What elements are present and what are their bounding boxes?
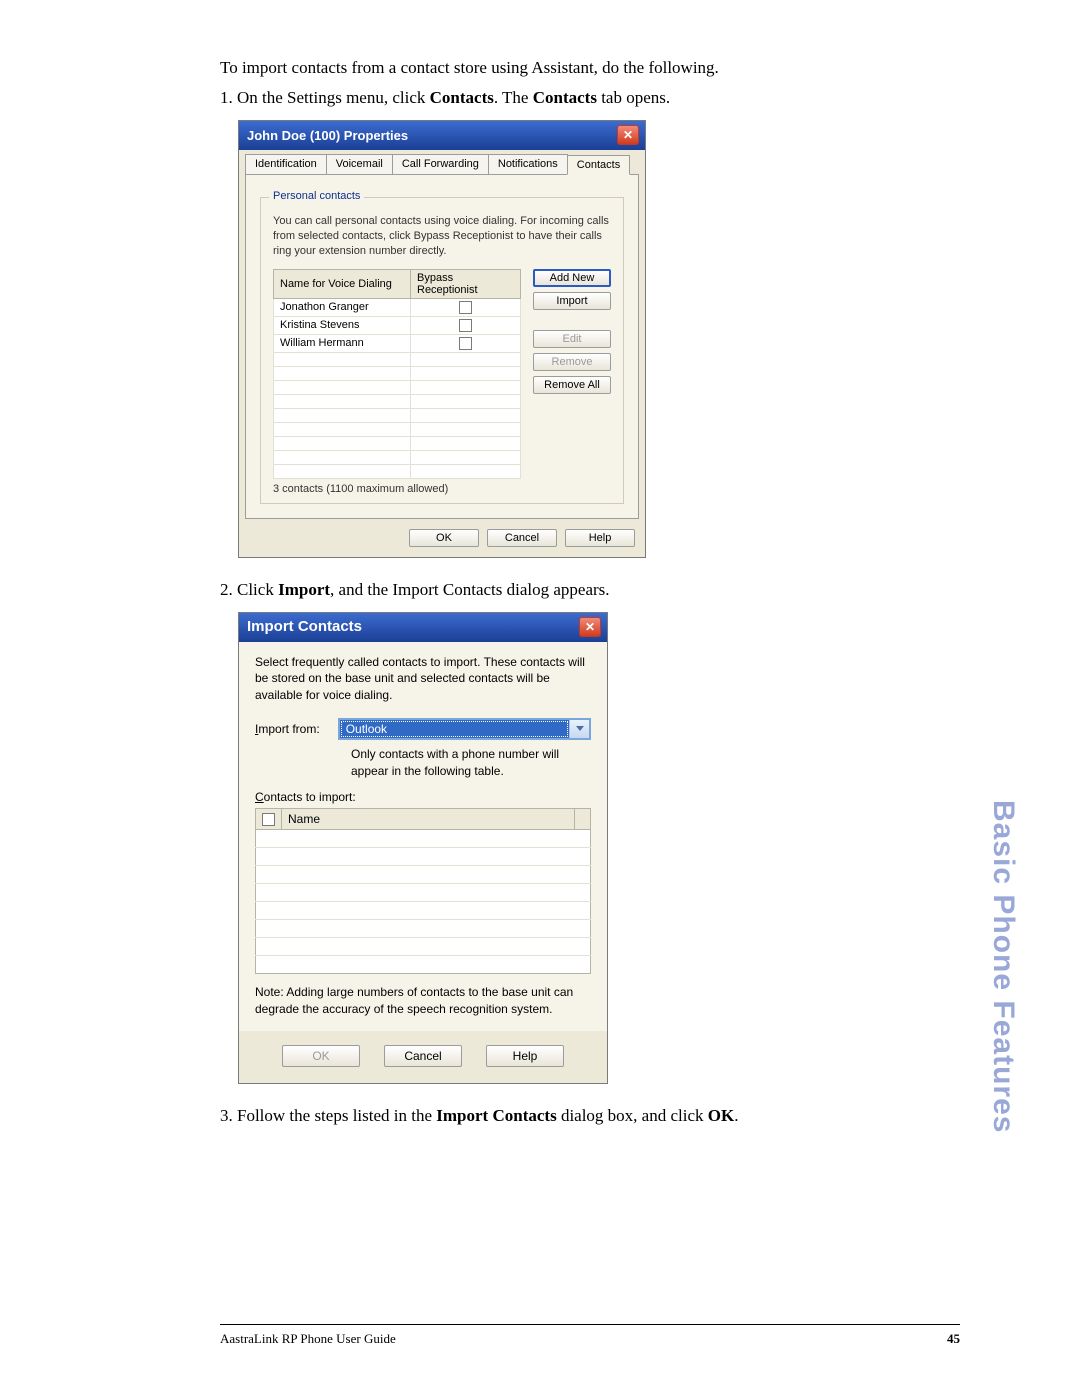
ok-button[interactable]: OK (409, 529, 479, 547)
intro-text: To import contacts from a contact store … (220, 58, 960, 78)
step1-bold1: Contacts (430, 88, 494, 107)
step2-num: 2. (220, 580, 233, 599)
page-number: 45 (947, 1331, 960, 1347)
cell-name: William Hermann (274, 334, 411, 352)
personal-contacts-fieldset: Personal contacts You can call personal … (260, 197, 624, 504)
bypass-checkbox[interactable] (459, 301, 472, 314)
footer-guide-title: AastraLink RP Phone User Guide (220, 1331, 396, 1347)
properties-dialog: John Doe (100) Properties ✕ Identificati… (238, 120, 646, 558)
step3-mid: dialog box, and click (557, 1106, 708, 1125)
import-button[interactable]: Import (533, 292, 611, 310)
step1-pre: On the Settings menu, click (233, 88, 430, 107)
help-button[interactable]: Help (486, 1045, 564, 1067)
step3-post: . (734, 1106, 738, 1125)
close-icon[interactable]: ✕ (617, 125, 639, 145)
step-3: 3. Follow the steps listed in the Import… (220, 1106, 960, 1126)
step-2: 2. Click Import, and the Import Contacts… (220, 580, 960, 600)
step1-num: 1. (220, 88, 233, 107)
cancel-button[interactable]: Cancel (487, 529, 557, 547)
spacer-col (575, 808, 591, 829)
contacts-to-import-label: Contacts to import: (255, 790, 591, 804)
select-value: Outlook (340, 720, 569, 738)
bypass-checkbox[interactable] (459, 337, 472, 350)
close-icon[interactable]: ✕ (579, 617, 601, 637)
cell-name: Kristina Stevens (274, 316, 411, 334)
tab-contacts[interactable]: Contacts (567, 155, 630, 175)
table-row[interactable]: Jonathon Granger (274, 298, 521, 316)
step3-bold2: OK (708, 1106, 734, 1125)
help-button[interactable]: Help (565, 529, 635, 547)
step3-pre: Follow the steps listed in the (233, 1106, 437, 1125)
col-bypass-header[interactable]: Bypass Receptionist (411, 269, 521, 298)
page-footer: AastraLink RP Phone User Guide 45 (220, 1324, 960, 1347)
tab-strip: Identification Voicemail Call Forwarding… (239, 150, 645, 174)
table-row[interactable]: William Hermann (274, 334, 521, 352)
remove-all-button[interactable]: Remove All (533, 376, 611, 394)
warning-note: Note: Adding large numbers of contacts t… (255, 984, 591, 1018)
step-1: 1. On the Settings menu, click Contacts.… (220, 88, 960, 108)
table-row[interactable]: Kristina Stevens (274, 316, 521, 334)
chevron-down-icon[interactable] (569, 720, 589, 738)
tab-notifications[interactable]: Notifications (488, 154, 568, 174)
contacts-table: Name for Voice Dialing Bypass Receptioni… (273, 269, 521, 479)
select-all-checkbox[interactable] (262, 813, 275, 826)
col-name-header[interactable]: Name for Voice Dialing (274, 269, 411, 298)
cell-name: Jonathon Granger (274, 298, 411, 316)
tab-identification[interactable]: Identification (245, 154, 327, 174)
dialog-button-row: OK Cancel Help (239, 525, 645, 557)
ok-button[interactable]: OK (282, 1045, 360, 1067)
dialog-title: Import Contacts (247, 618, 362, 635)
import-contacts-dialog: Import Contacts ✕ Select frequently call… (238, 612, 608, 1085)
step2-post: , and the Import Contacts dialog appears… (330, 580, 609, 599)
titlebar: John Doe (100) Properties ✕ (239, 121, 645, 150)
tab-call-forwarding[interactable]: Call Forwarding (392, 154, 489, 174)
tab-panel: Personal contacts You can call personal … (245, 174, 639, 519)
step1-bold2: Contacts (533, 88, 597, 107)
section-side-label: Basic Phone Features (986, 800, 1020, 1133)
step3-bold1: Import Contacts (436, 1106, 556, 1125)
step2-pre: Click (233, 580, 278, 599)
col-name-header[interactable]: Name (282, 808, 575, 829)
import-table: Name (255, 808, 591, 974)
contacts-table-wrap: Name for Voice Dialing Bypass Receptioni… (273, 269, 521, 495)
dialog-title: John Doe (100) Properties (247, 128, 408, 143)
titlebar: Import Contacts ✕ (239, 613, 607, 642)
step1-post: tab opens. (597, 88, 670, 107)
dialog-button-row: OK Cancel Help (239, 1031, 607, 1083)
fieldset-desc: You can call personal contacts using voi… (273, 214, 611, 259)
cancel-button[interactable]: Cancel (384, 1045, 462, 1067)
contacts-count-hint: 3 contacts (1100 maximum allowed) (273, 483, 521, 495)
import-from-select[interactable]: Outlook (338, 718, 591, 740)
step3-num: 3. (220, 1106, 233, 1125)
remove-button[interactable]: Remove (533, 353, 611, 371)
edit-button[interactable]: Edit (533, 330, 611, 348)
phone-number-note: Only contacts with a phone number will a… (351, 746, 591, 780)
add-new-button[interactable]: Add New (533, 269, 611, 287)
import-from-label: Import from: (255, 722, 320, 736)
bypass-checkbox[interactable] (459, 319, 472, 332)
tab-voicemail[interactable]: Voicemail (326, 154, 393, 174)
fieldset-legend: Personal contacts (269, 190, 364, 202)
step2-bold1: Import (278, 580, 330, 599)
import-desc: Select frequently called contacts to imp… (255, 654, 591, 704)
select-all-header[interactable] (256, 808, 282, 829)
step1-mid: . The (494, 88, 533, 107)
side-buttons: Add New Import Edit Remove Remove All (533, 269, 611, 495)
